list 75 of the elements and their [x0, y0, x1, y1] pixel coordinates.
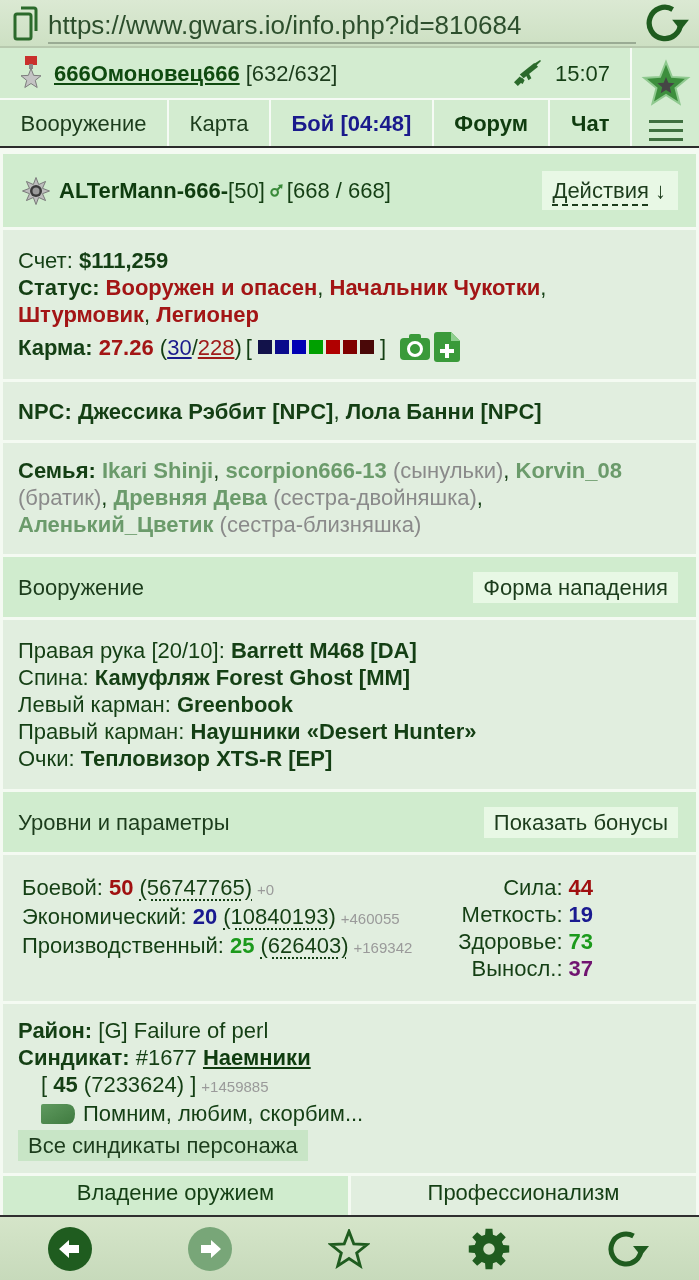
- tabs-icon[interactable]: [13, 5, 39, 41]
- section-title: Уровни и параметры: [18, 808, 230, 836]
- skill-tab[interactable]: Владение оружием: [3, 1176, 348, 1215]
- skill-level: 25: [229, 932, 255, 959]
- syndicate-label: Синдикат: #1677: [18, 1045, 197, 1070]
- bracket-text: [: [245, 333, 252, 361]
- npc-text: NPC: Джессика Рэббит [NPC], Лола Банни [NPC]: [18, 398, 543, 425]
- equipment-line: Правая рука [20/10]: Barrett M468 [DA]: [18, 637, 418, 664]
- all-syndicates-button[interactable]: Все синдикаты персонажа: [18, 1130, 308, 1161]
- nav-tab[interactable]: Форум: [433, 100, 549, 146]
- show-bonuses-button[interactable]: Показать бонусы: [483, 806, 678, 838]
- star-emblem-icon: [22, 176, 50, 205]
- character-level: [50]: [228, 177, 265, 204]
- syndicate-gain-text: +1459885: [201, 1077, 269, 1097]
- bracket-text: ]: [379, 333, 387, 361]
- skill-level: 50: [109, 874, 134, 901]
- stat-label: Здоровье:: [458, 928, 563, 955]
- add-file-icon[interactable]: [434, 332, 461, 362]
- nav-tab[interactable]: Чат: [550, 100, 630, 146]
- syndicate-link[interactable]: Наемники: [202, 1045, 311, 1070]
- reload-icon[interactable]: [645, 3, 691, 43]
- star-icon[interactable]: [328, 1228, 371, 1269]
- stat-value: 19: [568, 901, 593, 928]
- nav-tab[interactable]: Вооружение: [0, 100, 168, 146]
- skill-label: Производственный:: [22, 932, 224, 959]
- skill-gain: +169342: [353, 938, 413, 958]
- stat-label: Меткость:: [461, 901, 563, 928]
- equipment-line: Левый карман: Greenbook: [18, 691, 295, 718]
- karma-positive-link[interactable]: 30: [167, 334, 192, 360]
- stat-label: Выносл.:: [471, 955, 563, 982]
- equipment-line: Правый карман: Наушники «Desert Hunter»: [18, 718, 478, 745]
- reload-icon[interactable]: [607, 1229, 652, 1268]
- skill-level: 20: [192, 903, 218, 930]
- url-field[interactable]: https://www.gwars.io/info.php?id=810684: [48, 8, 636, 44]
- actions-button[interactable]: Действия ↓: [542, 171, 678, 210]
- family-text: Семья: Ikari Shinji, scorpion666-13 (сынульки), Korvin_08 (братик), Древняя Дева (сестра-двойняшка), Аленький_Цветик (сестра-близняшка): [18, 457, 623, 538]
- skill-exp[interactable]: (626403): [260, 932, 349, 959]
- karma-score: 27.26 (30/228): [98, 333, 242, 361]
- stat-label: Сила:: [503, 874, 563, 901]
- settings-icon[interactable]: [468, 1227, 511, 1270]
- skill-exp[interactable]: (56747765): [139, 874, 253, 901]
- camera-icon[interactable]: [400, 334, 431, 360]
- player-name-link[interactable]: 666Омоновец666: [54, 59, 240, 87]
- skill-exp[interactable]: (10840193): [223, 903, 336, 930]
- medal-icon: [20, 56, 42, 90]
- equipment-line: Спина: Камуфляж Forest Ghost [MM]: [18, 664, 412, 691]
- star-icon[interactable]: [640, 59, 691, 107]
- skill-tab[interactable]: Профессионализм: [351, 1176, 696, 1215]
- equipment-line: Очки: Тепловизор XTS-R [EP]: [18, 745, 334, 772]
- character-hp: [668 / 668]: [286, 177, 391, 204]
- stat-value: 37: [568, 955, 593, 982]
- skill-gain: +460055: [340, 909, 400, 929]
- syndicate-badge-icon: [41, 1103, 75, 1124]
- syndicate-level-text: [ 45 (7233624) ]: [41, 1071, 197, 1098]
- status-text: Статус: Вооружен и опасен, Начальник Чукотки, Штурмовик, Легионер: [18, 274, 548, 328]
- skill-label: Боевой:: [22, 874, 103, 901]
- nav-tab[interactable]: Бой [04:48]: [271, 100, 432, 146]
- attack-form-button[interactable]: Форма нападения: [473, 571, 678, 603]
- syndicate-motto-text: Помним, любим, скорбим...: [83, 1100, 364, 1127]
- rifle-icon: [513, 59, 541, 87]
- stat-value: 44: [568, 874, 593, 901]
- balance-text: Счет: $111,259: [18, 247, 170, 274]
- character-name[interactable]: ALTerMann-666-: [59, 177, 229, 204]
- back-icon[interactable]: [47, 1226, 92, 1271]
- karma-label: Карма:: [18, 333, 93, 361]
- menu-icon[interactable]: [648, 120, 683, 141]
- male-icon: [269, 184, 283, 197]
- district-text: Район: [G] Failure of perl: [18, 1017, 269, 1044]
- player-hp-text: [632/632]: [245, 59, 338, 87]
- stat-value: 73: [568, 928, 593, 955]
- skill-gain: +0: [257, 880, 275, 900]
- skill-label: Экономический:: [22, 903, 187, 930]
- nav-tab[interactable]: Карта: [169, 100, 269, 146]
- section-title: Вооружение: [18, 573, 144, 601]
- clock-text: 15:07: [554, 59, 610, 87]
